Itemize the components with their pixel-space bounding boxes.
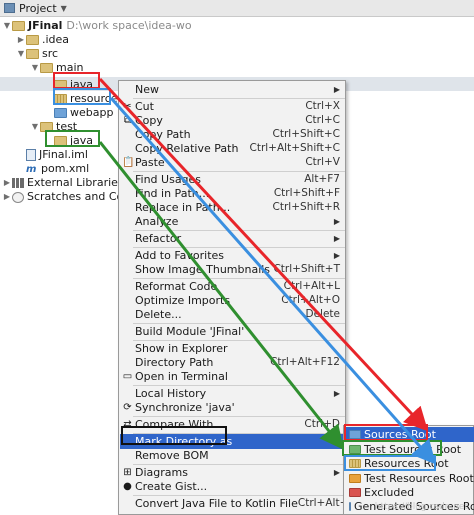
submenu-arrow-icon: ▶	[333, 468, 340, 477]
test-java-highlight-box	[45, 130, 100, 147]
menu-item-show-in-explorer[interactable]: Show in Explorer	[120, 341, 346, 356]
menu-item-optimize-imports[interactable]: Optimize Imports Ctrl+Alt+O	[120, 293, 346, 308]
watermark: https://blog.csdn.net	[374, 502, 468, 512]
menu-item-create-gist[interactable]: ● Create Gist...	[120, 479, 346, 494]
menu-item-cut[interactable]: ✂ Cut Ctrl+X	[120, 99, 346, 114]
menu-item-copy-relative-path[interactable]: Copy Relative Path Ctrl+Alt+Shift+C	[120, 141, 346, 156]
submenu-arrow-icon: ▶	[333, 389, 340, 398]
chevron-right-icon[interactable]: ▶	[16, 33, 26, 47]
generated-folder-icon	[349, 502, 351, 511]
menu-item-convert-to-kotlin[interactable]: Convert Java File to Kotlin FileCtrl+Alt…	[120, 496, 388, 511]
submenu-item-excluded[interactable]: Excluded	[345, 485, 474, 500]
java-highlight-box	[53, 72, 100, 89]
menu-item-synchronize[interactable]: ⟳ Synchronize 'java'	[120, 400, 346, 415]
root-path: D:\work space\idea-wo	[66, 19, 192, 32]
menu-item-open-in-terminal[interactable]: ▭ Open in Terminal	[120, 369, 346, 384]
submenu-arrow-icon: ▶	[333, 234, 340, 243]
folder-icon	[12, 21, 25, 31]
menu-item-show-thumbnails[interactable]: Show Image Thumbnails Ctrl+Shift+T	[120, 262, 346, 277]
test-resources-folder-icon	[349, 474, 361, 483]
menu-item-find-in-path[interactable]: Find in Path... Ctrl+Shift+F	[120, 186, 346, 201]
src-label: src	[42, 47, 59, 60]
sources-root-highlight-box	[344, 424, 428, 441]
tree-node-pom[interactable]: m pom.xml	[16, 162, 89, 176]
webapp-label: webapp	[70, 106, 114, 119]
submenu-arrow-icon: ▶	[333, 251, 340, 260]
chevron-right-icon[interactable]: ▶	[2, 176, 12, 190]
sync-icon: ⟳	[123, 402, 132, 413]
menu-item-paste[interactable]: 📋 Paste Ctrl+V	[120, 155, 346, 170]
chevron-down-icon[interactable]: ▼	[30, 120, 40, 134]
pom-label: pom.xml	[41, 162, 90, 175]
menu-item-copy-path[interactable]: Copy Path Ctrl+Shift+C	[120, 127, 346, 142]
paste-icon: 📋	[122, 157, 135, 168]
menu-item-delete[interactable]: Delete... Delete	[120, 307, 346, 322]
menu-item-add-to-favorites[interactable]: Add to Favorites ▶	[120, 248, 346, 263]
menu-item-remove-bom[interactable]: Remove BOM	[120, 448, 346, 463]
idea-label: .idea	[42, 33, 70, 46]
menu-item-analyze[interactable]: Analyze ▶	[120, 214, 346, 229]
iml-label: JFinal.iml	[39, 148, 88, 161]
tree-node-iml[interactable]: JFinal.iml	[16, 148, 88, 162]
folder-icon	[26, 35, 39, 45]
menu-item-new[interactable]: New ▶	[120, 82, 346, 97]
mark-directory-highlight-box	[121, 426, 227, 445]
github-icon: ●	[123, 481, 132, 492]
root-name: JFinal	[28, 19, 63, 32]
library-icon	[12, 178, 24, 188]
module-file-icon	[26, 149, 36, 161]
chevron-down-icon[interactable]: ▼	[2, 19, 12, 33]
tree-node-root[interactable]: ▼ JFinal D:\work space\idea-wo	[2, 19, 192, 33]
chevron-down-icon[interactable]: ▼	[30, 61, 40, 75]
chevron-right-icon[interactable]: ▶	[2, 190, 12, 204]
tree-node-src[interactable]: ▼ src	[16, 47, 58, 61]
excluded-folder-icon	[349, 488, 361, 497]
context-menu: New ▶ ✂ Cut Ctrl+X ⧉ Copy Ctrl+C Copy Path C…	[118, 80, 388, 515]
tree-node-external-libraries[interactable]: ▶ External Libraries	[2, 176, 124, 190]
submenu-arrow-icon: ▶	[333, 85, 340, 94]
ext-libs-label: External Libraries	[27, 176, 124, 189]
tool-window-title[interactable]: Project	[19, 2, 57, 15]
tree-node-idea[interactable]: ▶ .idea	[16, 33, 69, 47]
menu-item-refactor[interactable]: Refactor ▶	[120, 231, 346, 246]
project-icon	[4, 3, 15, 13]
submenu-item-test-resources-root[interactable]: Test Resources Root	[345, 471, 474, 486]
copy-icon: ⧉	[123, 115, 132, 126]
terminal-icon: ▭	[122, 371, 133, 382]
folder-icon	[26, 49, 39, 59]
project-tool-window-header: Project ▼	[0, 0, 474, 17]
resources-highlight-box	[53, 88, 111, 105]
tree-node-webapp[interactable]: webapp	[44, 106, 113, 120]
menu-item-copy[interactable]: ⧉ Copy Ctrl+C	[120, 113, 346, 128]
test-sources-root-highlight-box	[342, 440, 442, 456]
cut-icon: ✂	[123, 101, 132, 112]
web-folder-icon	[54, 108, 67, 118]
chevron-down-icon[interactable]: ▼	[61, 4, 67, 13]
submenu-arrow-icon: ▶	[333, 217, 340, 226]
submenu-arrow-icon: ▶	[333, 437, 340, 446]
maven-icon: m	[26, 164, 37, 175]
menu-item-replace-in-path[interactable]: Replace in Path... Ctrl+Shift+R	[120, 200, 346, 215]
menu-item-directory-path[interactable]: Directory Path Ctrl+Alt+F12	[120, 355, 346, 370]
resources-root-highlight-box	[344, 455, 436, 471]
menu-item-reformat-code[interactable]: Reformat Code Ctrl+Alt+L	[120, 279, 346, 294]
folder-icon	[40, 63, 53, 73]
menu-item-find-usages[interactable]: Find Usages Alt+F7	[120, 172, 346, 187]
diagram-icon: ⊞	[123, 467, 132, 478]
menu-item-local-history[interactable]: Local History ▶	[120, 386, 346, 401]
menu-item-build-module[interactable]: Build Module 'JFinal'	[120, 324, 346, 339]
menu-item-diagrams[interactable]: ⊞ Diagrams ▶	[120, 465, 346, 480]
chevron-down-icon[interactable]: ▼	[16, 47, 26, 61]
scratches-icon	[12, 191, 24, 203]
